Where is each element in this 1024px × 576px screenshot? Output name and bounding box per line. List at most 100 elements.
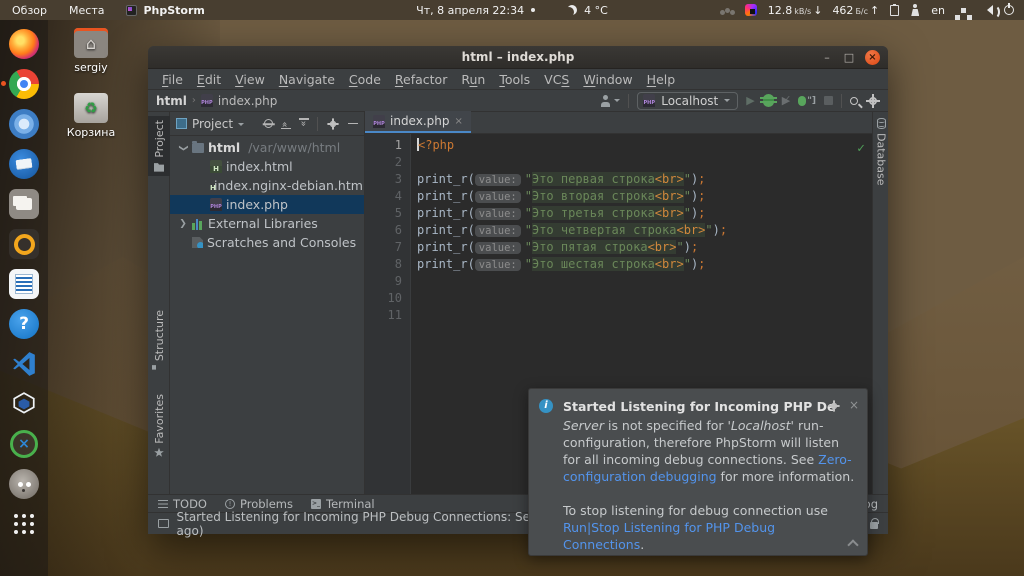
dock-item-rhythmbox[interactable] [4, 228, 44, 260]
debug-button[interactable] [763, 94, 774, 107]
clipboard-indicator-icon[interactable] [890, 5, 899, 16]
expand-all-icon[interactable] [281, 118, 291, 129]
net-down-arrow-icon: ↓ [813, 4, 822, 17]
code-token: " [676, 240, 683, 254]
search-everywhere-icon[interactable] [850, 97, 858, 105]
dock-item-files[interactable] [4, 188, 44, 220]
html-file-icon [210, 160, 222, 173]
clock-menu[interactable]: Чт, 8 апреля 22:34 4 °C [416, 4, 608, 17]
volume-icon[interactable] [982, 5, 993, 15]
app-indicator-icon[interactable] [745, 4, 757, 16]
accessibility-icon[interactable] [910, 4, 920, 16]
dock-item-writer[interactable] [4, 268, 44, 300]
menu-file[interactable]: File [156, 70, 189, 89]
locate-file-icon[interactable] [264, 119, 273, 128]
toolwindow-tab-structure[interactable]: Structure [148, 306, 170, 379]
code-line: print_r(value:"Это пятая строка<br>"); [417, 239, 872, 256]
menu-view[interactable]: View [229, 70, 271, 89]
activities-button[interactable]: Обзор [12, 4, 47, 17]
toolwindow-tab-favorites[interactable]: Favorites [148, 390, 170, 462]
collapse-all-icon[interactable] [299, 118, 309, 129]
menu-edit[interactable]: Edit [191, 70, 227, 89]
menu-help[interactable]: Help [641, 70, 682, 89]
dock-item-chromium[interactable] [4, 108, 44, 140]
project-tree: ❯html/var/www/htmlindex.htmlindex.nginx-… [170, 136, 364, 494]
minimize-button[interactable]: – [821, 52, 833, 63]
toolwindow-button-problems[interactable]: Problems [225, 497, 293, 511]
notification-close-icon[interactable]: × [849, 397, 859, 414]
line-number: 6 [365, 222, 402, 239]
menu-run[interactable]: Run [455, 70, 491, 89]
run-with-coverage-button[interactable]: ▶̸ [782, 94, 790, 107]
workspaces-icon[interactable] [725, 8, 730, 13]
close-tab-icon[interactable]: × [454, 116, 462, 127]
dock-item-gimp[interactable] [4, 468, 44, 500]
dock-item-vscode[interactable] [4, 348, 44, 380]
toolwindow-button-terminal[interactable]: Terminal [311, 497, 375, 511]
tree-chevron-icon[interactable]: ❯ [178, 219, 188, 229]
hide-panel-icon[interactable] [348, 123, 358, 125]
panel-settings-gear-icon[interactable] [327, 118, 338, 129]
tree-item-index-php[interactable]: index.php [170, 195, 364, 214]
desktop-icon-trash[interactable]: Корзина [53, 93, 129, 139]
dock-item-thunderbird[interactable] [4, 148, 44, 180]
notification-settings-gear-icon[interactable] [828, 400, 839, 411]
tree-item-scratches-and-consoles[interactable]: Scratches and Consoles [170, 233, 364, 252]
dock-item-remmina[interactable]: × [4, 428, 44, 460]
keyboard-layout-indicator[interactable]: en [931, 4, 945, 17]
menu-refactor[interactable]: Refactor [389, 70, 453, 89]
menu-vcs[interactable]: VCS [538, 70, 575, 89]
run-button[interactable]: ▶ [746, 94, 754, 107]
window-titlebar[interactable]: html – index.php – □ × [148, 46, 888, 69]
net-speed-indicator[interactable]: 12.8 kB/s ↓ 462 Б/c ↑ [768, 4, 880, 17]
toolwindow-tab-project[interactable]: Project [148, 116, 170, 176]
settings-gear-icon[interactable] [866, 94, 880, 108]
notification-link[interactable]: Run|Stop Listening for PHP Debug Connect… [563, 520, 775, 552]
project-view-select[interactable]: Project [192, 117, 233, 131]
code-line: print_r(value:"Это третья строка<br>"); [417, 205, 872, 222]
code-token: print_r( [417, 257, 475, 271]
gnome-top-bar: Обзор Места PhpStorm Чт, 8 апреля 22:34 … [0, 0, 1024, 20]
tree-item-external-libraries[interactable]: ❯External Libraries [170, 214, 364, 233]
run-configuration-select[interactable]: Localhost [637, 92, 738, 110]
desktop-icon-home[interactable]: sergiy [53, 28, 129, 74]
tree-item-index-html[interactable]: index.html [170, 157, 364, 176]
menu-navigate[interactable]: Navigate [273, 70, 341, 89]
line-number: 11 [365, 307, 402, 324]
dock-item-virtualbox[interactable] [4, 388, 44, 420]
stop-button[interactable] [824, 96, 833, 105]
dock-item-appgrid[interactable] [4, 508, 44, 540]
code-token: Это пятая строка [532, 240, 648, 254]
lock-icon[interactable] [870, 522, 878, 529]
menu-code[interactable]: Code [343, 70, 387, 89]
tree-chevron-icon[interactable]: ❯ [178, 143, 188, 153]
breadcrumb-file[interactable]: index.php [218, 94, 277, 108]
places-menu[interactable]: Места [69, 4, 104, 17]
menu-tools[interactable]: Tools [493, 70, 536, 89]
tree-item-html[interactable]: ❯html/var/www/html [170, 138, 364, 157]
net-up-unit: Б/c [855, 7, 868, 16]
code-token: print_r( [417, 240, 475, 254]
chevron-down-icon [238, 123, 244, 129]
editor-tab-indexphp[interactable]: index.php × [365, 111, 471, 133]
inspection-ok-icon: ✓ [857, 140, 865, 157]
tree-item-index-nginx-debian-html[interactable]: index.nginx-debian.html [170, 176, 364, 195]
close-button[interactable]: × [865, 50, 880, 65]
folder-icon [192, 143, 204, 153]
menu-window[interactable]: Window [577, 70, 638, 89]
dock-item-chrome[interactable] [4, 68, 44, 100]
toolwindow-toggle-icon[interactable] [158, 519, 169, 528]
dock-item-firefox[interactable] [4, 28, 44, 60]
app-menu[interactable]: PhpStorm [126, 4, 204, 17]
code-token: Это шестая строка [532, 257, 655, 271]
toolwindow-tab-database[interactable]: Database [873, 118, 889, 186]
maximize-button[interactable]: □ [843, 52, 855, 63]
network-icon[interactable] [961, 8, 966, 13]
dock-item-help[interactable]: ? [4, 308, 44, 340]
listen-php-debug-button[interactable]: "] [798, 96, 816, 106]
toolwindow-button-todo[interactable]: TODO [158, 497, 207, 511]
user-profile-button[interactable] [600, 95, 620, 107]
code-token: ; [698, 257, 705, 271]
breadcrumb-root[interactable]: html [156, 94, 187, 108]
power-icon[interactable] [1004, 5, 1014, 15]
